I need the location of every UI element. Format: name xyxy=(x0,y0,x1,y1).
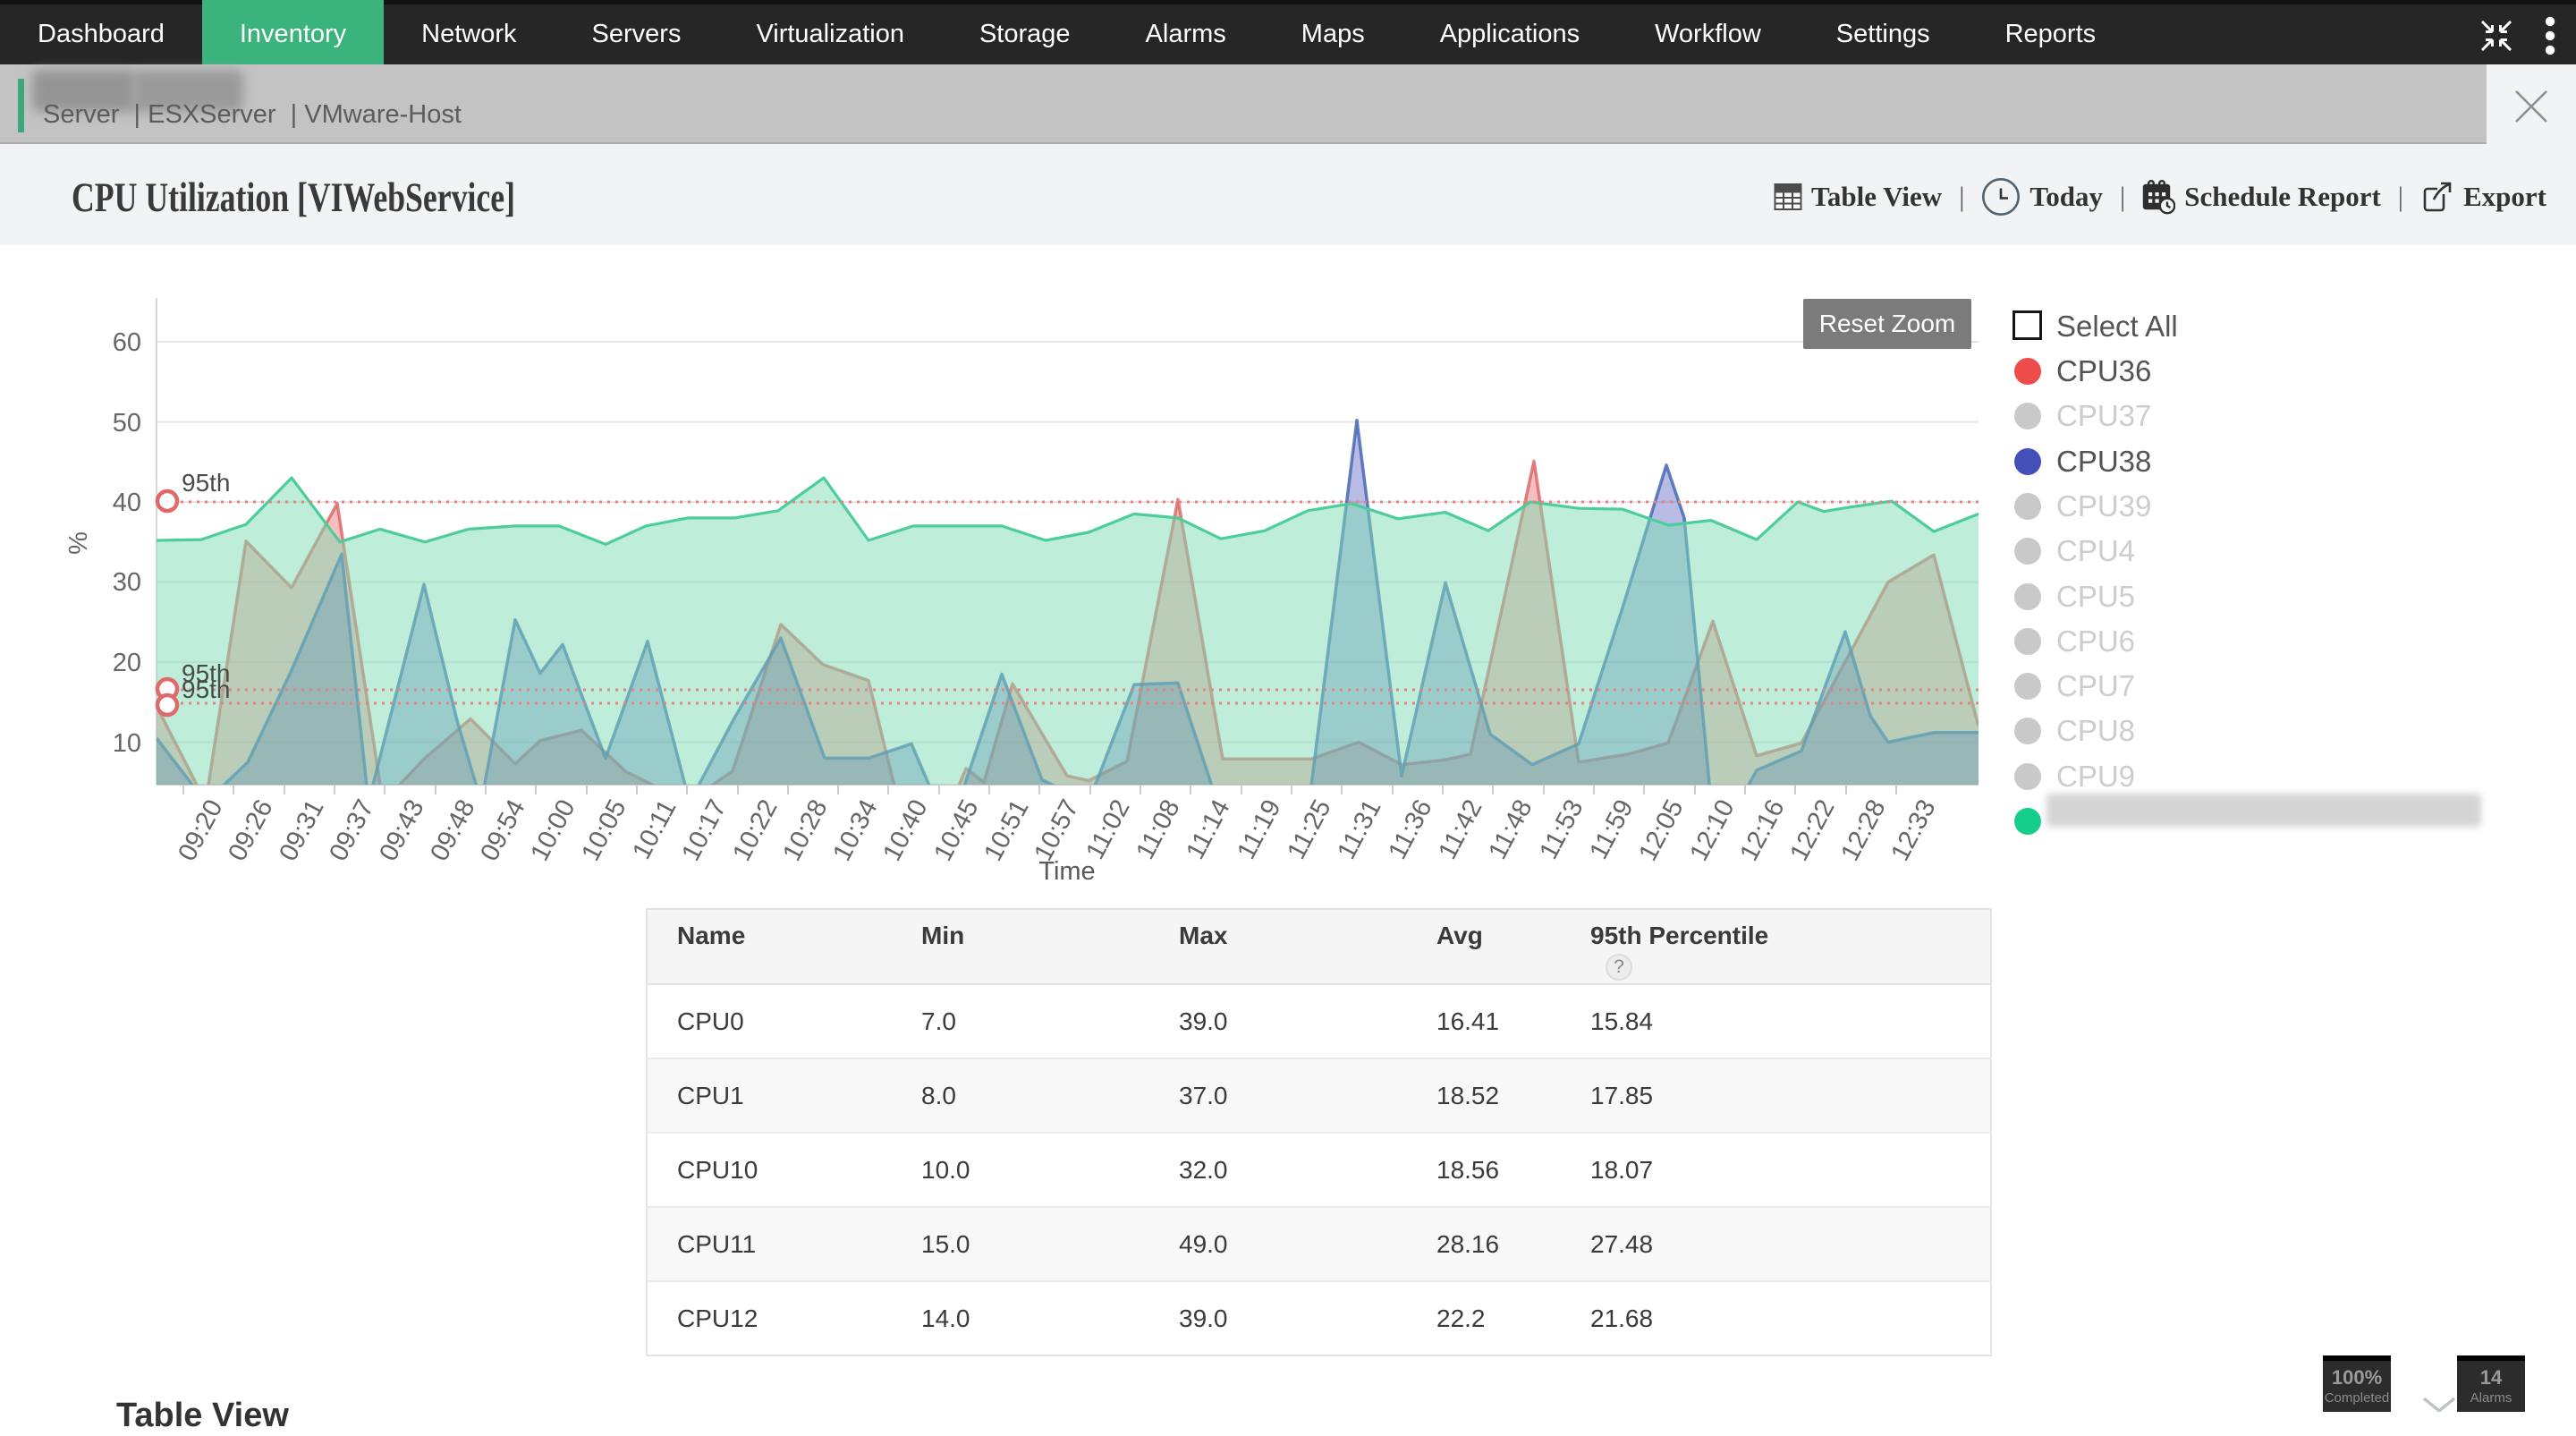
svg-text:12:28: 12:28 xyxy=(1835,795,1891,866)
svg-text:30: 30 xyxy=(113,568,141,597)
svg-text:11:48: 11:48 xyxy=(1483,795,1538,864)
svg-text:10:57: 10:57 xyxy=(1029,795,1084,866)
svg-text:09:20: 09:20 xyxy=(173,795,228,866)
svg-text:10:00: 10:00 xyxy=(525,795,580,866)
svg-text:20: 20 xyxy=(113,649,141,677)
svg-text:11:02: 11:02 xyxy=(1080,795,1135,864)
svg-text:12:05: 12:05 xyxy=(1633,795,1689,866)
svg-text:11:31: 11:31 xyxy=(1332,795,1386,864)
svg-text:12:10: 12:10 xyxy=(1684,795,1740,866)
svg-text:60: 60 xyxy=(113,328,141,357)
svg-text:10:28: 10:28 xyxy=(777,795,833,866)
svg-text:11:42: 11:42 xyxy=(1433,795,1487,864)
svg-text:Reset Zoom: Reset Zoom xyxy=(1819,310,1956,337)
svg-text:10:40: 10:40 xyxy=(877,795,933,866)
svg-text:12:16: 12:16 xyxy=(1734,795,1790,866)
svg-text:10: 10 xyxy=(113,729,141,758)
svg-text:11:08: 11:08 xyxy=(1131,795,1185,864)
svg-text:50: 50 xyxy=(113,409,141,438)
svg-text:Time: Time xyxy=(1038,857,1095,886)
svg-text:%: % xyxy=(64,531,93,555)
svg-text:10:45: 10:45 xyxy=(928,795,984,866)
svg-text:95th: 95th xyxy=(182,469,231,497)
svg-text:10:22: 10:22 xyxy=(727,795,783,866)
svg-text:11:14: 11:14 xyxy=(1181,795,1235,864)
svg-text:95th: 95th xyxy=(182,676,231,703)
svg-text:09:37: 09:37 xyxy=(324,795,379,866)
svg-text:10:51: 10:51 xyxy=(979,795,1034,866)
svg-text:40: 40 xyxy=(113,489,141,517)
svg-text:12:33: 12:33 xyxy=(1885,795,1941,866)
svg-text:11:59: 11:59 xyxy=(1584,795,1639,864)
svg-text:09:54: 09:54 xyxy=(475,795,530,866)
svg-text:10:17: 10:17 xyxy=(676,795,732,866)
svg-text:11:53: 11:53 xyxy=(1534,795,1589,864)
svg-text:11:19: 11:19 xyxy=(1232,795,1286,864)
svg-text:11:25: 11:25 xyxy=(1282,795,1336,864)
svg-text:12:22: 12:22 xyxy=(1784,795,1840,866)
svg-text:09:43: 09:43 xyxy=(374,795,429,866)
svg-text:10:05: 10:05 xyxy=(576,795,631,866)
svg-text:09:26: 09:26 xyxy=(223,795,278,866)
svg-text:10:34: 10:34 xyxy=(827,795,883,866)
svg-text:09:48: 09:48 xyxy=(425,795,480,866)
svg-text:09:31: 09:31 xyxy=(274,795,329,866)
svg-text:10:11: 10:11 xyxy=(627,795,682,864)
svg-text:11:36: 11:36 xyxy=(1383,795,1437,864)
